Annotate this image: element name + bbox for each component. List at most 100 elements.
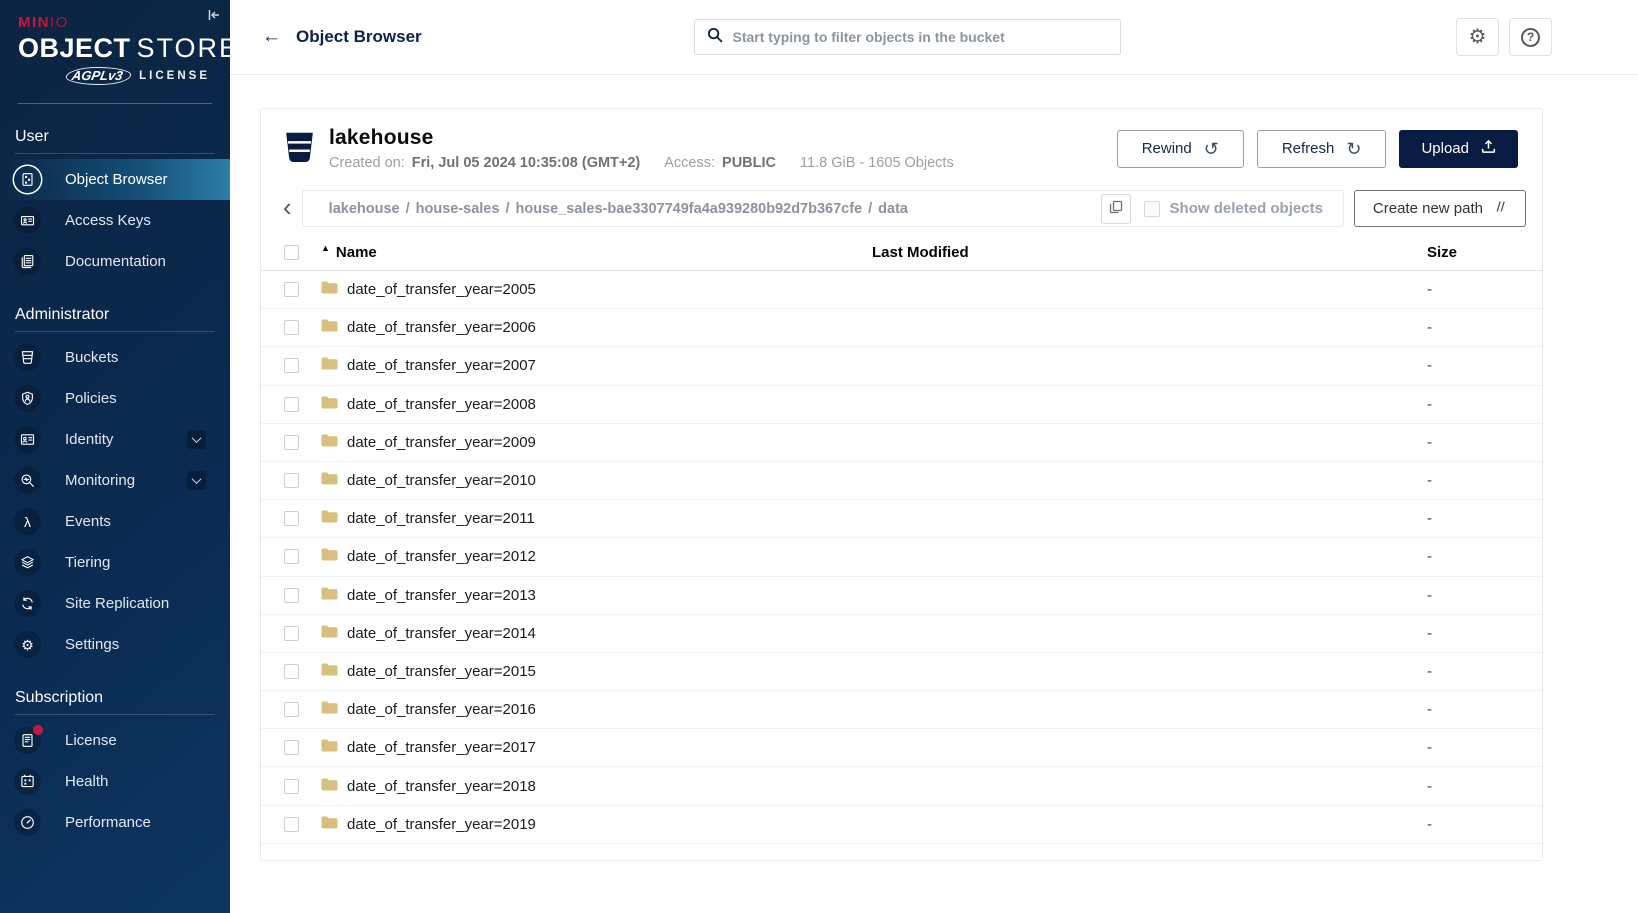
sidebar-item-tiering[interactable]: Tiering <box>0 542 230 583</box>
chevron-down-icon[interactable] <box>187 430 206 449</box>
table-row[interactable]: date_of_transfer_year=2018- <box>261 767 1542 805</box>
sidebar-item-site-replication[interactable]: Site Replication <box>0 583 230 624</box>
breadcrumb-segment[interactable]: house-sales <box>416 201 500 217</box>
row-checkbox[interactable] <box>284 817 299 832</box>
row-checkbox-cell <box>261 664 321 679</box>
row-checkbox[interactable] <box>284 320 299 335</box>
refresh-button[interactable]: Refresh ↻ <box>1257 130 1387 168</box>
row-checkbox-cell <box>261 511 321 526</box>
show-deleted-toggle[interactable]: Show deleted objects <box>1144 200 1333 217</box>
buckets-icon <box>14 344 41 371</box>
breadcrumb-segment[interactable]: lakehouse <box>329 201 400 217</box>
object-name-cell[interactable]: date_of_transfer_year=2015 <box>321 663 872 680</box>
object-name-cell[interactable]: date_of_transfer_year=2014 <box>321 625 872 642</box>
row-checkbox[interactable] <box>284 358 299 373</box>
row-checkbox[interactable] <box>284 779 299 794</box>
filter-objects-input[interactable] <box>733 29 1108 45</box>
object-name-cell[interactable]: date_of_transfer_year=2008 <box>321 396 872 413</box>
object-name-cell[interactable]: date_of_transfer_year=2007 <box>321 357 872 374</box>
created-value: Fri, Jul 05 2024 10:35:08 (GMT+2) <box>412 155 640 171</box>
row-checkbox[interactable] <box>284 282 299 297</box>
table-row[interactable]: date_of_transfer_year=2013- <box>261 577 1542 615</box>
agpl-badge: AGPLv3 <box>64 67 132 85</box>
table-row[interactable]: date_of_transfer_year=2015- <box>261 653 1542 691</box>
table-row[interactable]: date_of_transfer_year=2005- <box>261 271 1542 309</box>
row-checkbox[interactable] <box>284 588 299 603</box>
topbar-right: ⚙ ? <box>1121 18 1553 56</box>
object-name-cell[interactable]: date_of_transfer_year=2013 <box>321 587 872 604</box>
copy-path-button[interactable] <box>1101 194 1131 224</box>
table-row[interactable]: date_of_transfer_year=2011- <box>261 500 1542 538</box>
object-name-cell[interactable]: date_of_transfer_year=2018 <box>321 778 872 795</box>
table-row[interactable]: date_of_transfer_year=2014- <box>261 615 1542 653</box>
breadcrumb: lakehouse/house-sales/house_sales-bae330… <box>329 201 1101 217</box>
row-checkbox[interactable] <box>284 740 299 755</box>
back-arrow-icon[interactable]: ← <box>262 26 281 48</box>
row-checkbox[interactable] <box>284 511 299 526</box>
object-name-cell[interactable]: date_of_transfer_year=2006 <box>321 319 872 336</box>
sidebar-item-monitoring[interactable]: Monitoring <box>0 460 230 501</box>
help-button[interactable]: ? <box>1509 18 1552 56</box>
row-checkbox[interactable] <box>284 435 299 450</box>
sidebar-item-label: Monitoring <box>65 472 135 489</box>
row-checkbox[interactable] <box>284 397 299 412</box>
row-checkbox[interactable] <box>284 473 299 488</box>
row-checkbox[interactable] <box>284 702 299 717</box>
sidebar-item-access-keys[interactable]: Access Keys <box>0 200 230 241</box>
row-checkbox[interactable] <box>284 626 299 641</box>
sidebar-item-policies[interactable]: Policies <box>0 378 230 419</box>
sidebar-item-buckets[interactable]: Buckets <box>0 337 230 378</box>
sidebar-item-performance[interactable]: Performance <box>0 802 230 843</box>
breadcrumb-strip: lakehouse/house-sales/house_sales-bae330… <box>302 190 1344 227</box>
breadcrumb-segment[interactable]: data <box>878 201 908 217</box>
object-name-cell[interactable]: date_of_transfer_year=2016 <box>321 701 872 718</box>
sidebar-collapse-icon[interactable] <box>207 8 221 27</box>
object-name-cell[interactable]: date_of_transfer_year=2009 <box>321 434 872 451</box>
sidebar-item-settings[interactable]: ⚙Settings <box>0 624 230 665</box>
column-name[interactable]: ▲ Name <box>321 244 872 261</box>
settings-button[interactable]: ⚙ <box>1456 18 1499 56</box>
object-name-cell[interactable]: date_of_transfer_year=2017 <box>321 739 872 756</box>
rewind-button[interactable]: Rewind ↺ <box>1117 130 1244 168</box>
table-row[interactable]: date_of_transfer_year=2017- <box>261 729 1542 767</box>
table-row[interactable]: date_of_transfer_year=2016- <box>261 691 1542 729</box>
folder-icon <box>321 357 338 374</box>
select-all-checkbox[interactable] <box>284 245 299 260</box>
row-checkbox-cell <box>261 397 321 412</box>
sidebar-item-object-browser[interactable]: Object Browser <box>0 159 230 200</box>
object-name-cell[interactable]: date_of_transfer_year=2012 <box>321 548 872 565</box>
sidebar-item-health[interactable]: Health <box>0 761 230 802</box>
table-row[interactable]: date_of_transfer_year=2007- <box>261 347 1542 385</box>
settings-icon: ⚙ <box>14 631 41 658</box>
create-new-path-button[interactable]: Create new path <box>1354 190 1526 227</box>
show-deleted-checkbox[interactable] <box>1144 201 1160 217</box>
sidebar-item-identity[interactable]: Identity <box>0 419 230 460</box>
row-checkbox[interactable] <box>284 664 299 679</box>
back-chevron-icon[interactable]: ‹ <box>283 194 292 224</box>
breadcrumb-segment[interactable]: house_sales-bae3307749fa4a939280b92d7b36… <box>515 201 862 217</box>
object-name: date_of_transfer_year=2010 <box>347 472 536 489</box>
object-name-cell[interactable]: date_of_transfer_year=2005 <box>321 281 872 298</box>
object-name-cell[interactable]: date_of_transfer_year=2019 <box>321 816 872 833</box>
sidebar-item-documentation[interactable]: Documentation <box>0 241 230 282</box>
sidebar-item-label: License <box>65 732 117 749</box>
license-alert-badge <box>33 725 43 735</box>
table-row[interactable]: date_of_transfer_year=2009- <box>261 424 1542 462</box>
table-row[interactable]: date_of_transfer_year=2019- <box>261 806 1542 844</box>
column-size[interactable]: Size <box>1417 244 1542 261</box>
table-row[interactable]: date_of_transfer_year=2008- <box>261 386 1542 424</box>
folder-icon <box>321 434 338 451</box>
table-row[interactable]: date_of_transfer_year=2010- <box>261 462 1542 500</box>
table-row[interactable]: date_of_transfer_year=2006- <box>261 309 1542 347</box>
row-checkbox[interactable] <box>284 549 299 564</box>
chevron-down-icon[interactable] <box>187 471 206 490</box>
object-name-cell[interactable]: date_of_transfer_year=2011 <box>321 510 872 527</box>
table-row[interactable]: date_of_transfer_year=2012- <box>261 538 1542 576</box>
object-name: date_of_transfer_year=2008 <box>347 396 536 413</box>
row-checkbox-cell <box>261 473 321 488</box>
object-name-cell[interactable]: date_of_transfer_year=2010 <box>321 472 872 489</box>
upload-button[interactable]: Upload <box>1399 130 1518 168</box>
sidebar-item-license[interactable]: License <box>0 720 230 761</box>
column-last-modified[interactable]: Last Modified <box>872 244 1417 261</box>
sidebar-item-events[interactable]: λEvents <box>0 501 230 542</box>
